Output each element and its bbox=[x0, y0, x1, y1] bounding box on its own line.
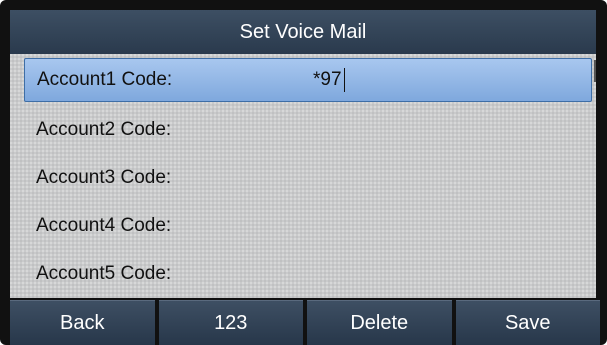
account1-code-row[interactable]: Account1 Code: *97 bbox=[24, 58, 592, 102]
account3-code-row[interactable]: Account3 Code: bbox=[24, 156, 592, 200]
phone-screen: Set Voice Mail Account1 Code: *97 Accoun… bbox=[0, 0, 607, 345]
back-button[interactable]: Back bbox=[10, 300, 155, 345]
text-cursor bbox=[343, 68, 345, 92]
account2-code-label: Account2 Code: bbox=[36, 119, 172, 140]
account1-code-input[interactable]: *97 bbox=[313, 68, 345, 92]
save-button[interactable]: Save bbox=[455, 300, 600, 345]
delete-button[interactable]: Delete bbox=[307, 300, 452, 345]
account5-code-row[interactable]: Account5 Code: bbox=[24, 252, 592, 296]
account1-code-label: Account1 Code: bbox=[37, 69, 173, 90]
softkey-bar: Back 123 Delete Save bbox=[10, 300, 600, 345]
scrollbar[interactable] bbox=[594, 60, 596, 82]
account4-code-label: Account4 Code: bbox=[36, 215, 172, 236]
account5-code-label: Account5 Code: bbox=[36, 263, 172, 284]
screen-title: Set Voice Mail bbox=[10, 10, 596, 56]
account-list: Account1 Code: *97 Account2 Code: Accoun… bbox=[10, 54, 596, 298]
account1-code-value: *97 bbox=[313, 69, 342, 90]
account3-code-label: Account3 Code: bbox=[36, 167, 172, 188]
account4-code-row[interactable]: Account4 Code: bbox=[24, 204, 592, 248]
screen-title-text: Set Voice Mail bbox=[239, 20, 367, 43]
input-mode-button[interactable]: 123 bbox=[158, 300, 303, 345]
account2-code-row[interactable]: Account2 Code: bbox=[24, 108, 592, 152]
